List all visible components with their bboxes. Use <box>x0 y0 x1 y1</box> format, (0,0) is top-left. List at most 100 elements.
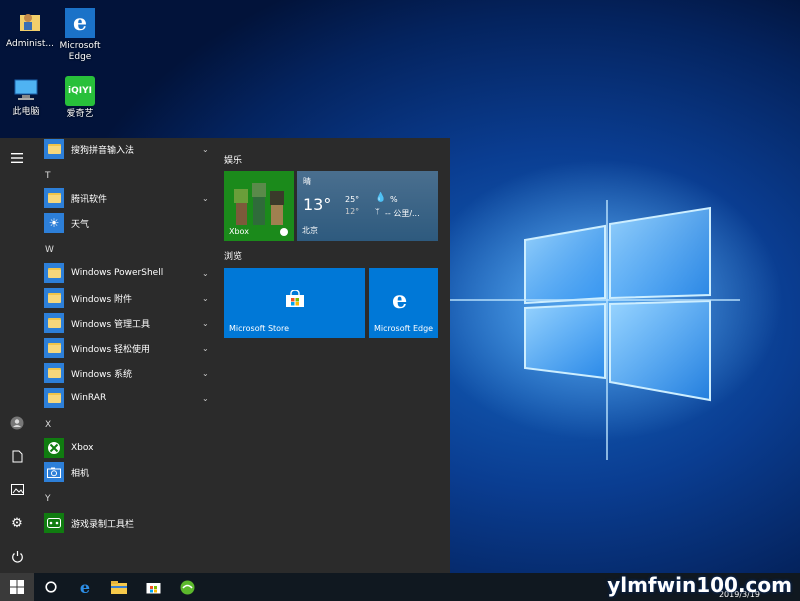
taskbar-file-explorer-button[interactable] <box>102 573 136 601</box>
user-folder-icon <box>16 8 44 36</box>
letter-header[interactable]: W <box>45 245 54 255</box>
app-label: 搜狗拼音输入法 <box>71 145 135 156</box>
green-browser-icon <box>180 580 194 594</box>
app-label: 腾讯软件 <box>71 194 108 205</box>
app-label: 天气 <box>71 219 90 230</box>
app-label: Xbox <box>71 443 94 453</box>
chevron-down-icon: ⌄ <box>202 368 209 378</box>
app-label: Windows 轻松使用 <box>71 344 151 355</box>
app-label: Windows 附件 <box>71 294 133 305</box>
app-item-accessories[interactable]: Windows 附件 ⌄ <box>44 287 212 309</box>
app-label: Windows 管理工具 <box>71 319 151 330</box>
start-button[interactable] <box>0 573 34 601</box>
xbox-icon <box>44 438 64 458</box>
desktop-icon-label: Microsoft Edge <box>59 41 101 62</box>
desktop-icon-iqiyi[interactable]: iQIYI 爱奇艺 <box>52 76 108 120</box>
folder-icon <box>44 288 64 308</box>
folder-icon <box>44 139 64 159</box>
tile-label: Microsoft Store <box>229 324 290 333</box>
app-label: Windows 系统 <box>71 369 133 380</box>
letter-header[interactable]: X <box>45 420 51 430</box>
chevron-down-icon: ⌄ <box>202 193 209 203</box>
humidity-drop-icon: 💧 <box>375 193 387 203</box>
app-item-camera[interactable]: 相机 <box>44 461 212 483</box>
tile-group-title-entertainment[interactable]: 娱乐 <box>224 153 242 166</box>
taskbar-store-button[interactable] <box>136 573 170 601</box>
xbox-tile[interactable]: Xbox <box>224 171 294 241</box>
desktop-icon-label: 此电脑 <box>12 107 40 117</box>
app-item-tencent[interactable]: 腾讯软件 ⌄ <box>44 187 212 209</box>
hamburger-menu-icon[interactable] <box>9 150 25 166</box>
weather-wind: -- 公里/... <box>385 209 420 218</box>
app-label: Windows PowerShell <box>71 268 164 278</box>
letter-header[interactable]: T <box>45 171 51 181</box>
game-bar-icon <box>44 513 64 533</box>
camera-icon <box>44 462 64 482</box>
folder-icon <box>44 188 64 208</box>
weather-tile[interactable]: 晴 13° 25° 12° 💧 % ᛘ -- 公里/... 北京 <box>297 171 438 241</box>
weather-high: 25° <box>345 195 360 204</box>
file-explorer-folder-icon <box>111 580 127 594</box>
app-item-winrar[interactable]: WinRAR ⌄ <box>44 387 212 409</box>
tile-label: Xbox <box>229 227 249 236</box>
desktop-icon-label: 爱奇艺 <box>66 109 94 119</box>
folder-icon <box>44 338 64 358</box>
folder-icon <box>44 313 64 333</box>
chevron-down-icon: ⌄ <box>202 393 209 403</box>
desktop-icon-administrator[interactable]: Administ... <box>2 8 58 50</box>
windows-start-icon <box>10 580 24 594</box>
app-item-xbox[interactable]: Xbox <box>44 437 212 459</box>
app-label: 相机 <box>71 468 90 479</box>
weather-condition: 晴 <box>303 177 311 186</box>
wind-icon: ᛘ <box>375 207 380 216</box>
app-label: 游戏录制工具栏 <box>71 519 135 530</box>
chevron-down-icon: ⌄ <box>202 343 209 353</box>
pictures-icon[interactable] <box>9 481 25 497</box>
app-label: WinRAR <box>71 393 107 403</box>
documents-icon[interactable] <box>9 448 25 464</box>
desktop-icon-label: Administ... <box>6 39 54 49</box>
power-icon[interactable] <box>9 548 25 564</box>
taskbar-browser-button[interactable] <box>170 573 204 601</box>
folder-icon <box>44 263 64 283</box>
app-list: 搜狗拼音输入法 ⌄ T 腾讯软件 ⌄ ☀ 天气 W Windows PowerS… <box>34 138 216 573</box>
app-item-game-bar[interactable]: 游戏录制工具栏 <box>44 512 212 534</box>
app-item-powershell[interactable]: Windows PowerShell ⌄ <box>44 262 212 284</box>
weather-low: 12° <box>345 207 360 216</box>
iqiyi-icon: iQIYI <box>65 76 95 106</box>
sun-icon: ☀ <box>44 213 64 233</box>
letter-header[interactable]: Y <box>45 494 51 504</box>
weather-humidity: % <box>390 195 398 204</box>
chevron-down-icon: ⌄ <box>202 318 209 328</box>
desktop-icon-this-pc[interactable]: 此电脑 <box>0 76 54 118</box>
windows-logo-wallpaper <box>440 200 740 460</box>
app-item-weather[interactable]: ☀ 天气 <box>44 212 212 234</box>
app-item-sogou[interactable]: 搜狗拼音输入法 ⌄ <box>44 138 212 160</box>
cortana-button[interactable] <box>34 573 68 601</box>
weather-temperature: 13° <box>303 195 332 214</box>
shopping-bag-icon <box>286 290 304 307</box>
folder-icon <box>44 363 64 383</box>
settings-gear-icon[interactable]: ⚙ <box>9 515 25 531</box>
weather-city: 北京 <box>302 226 318 235</box>
tile-group-title-browse[interactable]: 浏览 <box>224 249 242 262</box>
edge-icon: e <box>79 577 91 597</box>
chevron-down-icon: ⌄ <box>202 293 209 303</box>
start-rail: ⚙ <box>0 138 34 573</box>
store-bag-icon <box>146 583 160 594</box>
site-watermark: ylmfwin100.com <box>607 573 792 597</box>
app-item-admin-tools[interactable]: Windows 管理工具 ⌄ <box>44 312 212 334</box>
microsoft-edge-tile[interactable]: e Microsoft Edge <box>369 268 438 338</box>
start-menu: ⚙ 搜狗拼音输入法 ⌄ T 腾讯软件 ⌄ ☀ 天气 W Windows Powe… <box>0 138 450 573</box>
chevron-down-icon: ⌄ <box>202 144 209 154</box>
folder-icon <box>44 388 64 408</box>
app-item-ease-of-access[interactable]: Windows 轻松使用 ⌄ <box>44 337 212 359</box>
account-icon[interactable] <box>9 415 25 431</box>
microsoft-store-tile[interactable]: Microsoft Store <box>224 268 365 338</box>
app-item-system[interactable]: Windows 系统 ⌄ <box>44 362 212 384</box>
tile-label: Microsoft Edge <box>374 324 434 333</box>
taskbar-edge-button[interactable]: e <box>68 573 102 601</box>
cortana-circle-icon <box>45 581 57 593</box>
desktop-icon-edge[interactable]: e Microsoft Edge <box>52 8 108 63</box>
chevron-down-icon: ⌄ <box>202 268 209 278</box>
